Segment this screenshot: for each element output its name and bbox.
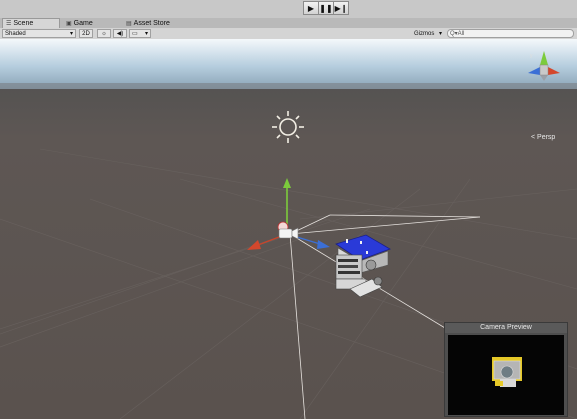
search-input[interactable]: Q▾All	[447, 29, 574, 38]
tab-game[interactable]: ▣ Game	[66, 18, 93, 28]
top-toolbar: ▶ ❚❚ ▶❙	[0, 0, 577, 18]
store-icon: ▤	[126, 20, 132, 27]
chevron-down-icon: ▾	[69, 31, 73, 37]
game-icon: ▣	[66, 20, 72, 27]
gizmos-label: Gizmos	[414, 30, 435, 37]
preview-render	[492, 357, 522, 387]
projection-toggle[interactable]: < Persp	[531, 134, 555, 141]
step-icon: ▶❙	[334, 3, 348, 13]
tab-asset-store[interactable]: ▤ Asset Store	[126, 18, 170, 28]
tab-label: Scene	[13, 20, 34, 27]
tab-label: Asset Store	[133, 19, 170, 27]
camera-preview-panel: Camera Preview	[444, 322, 568, 417]
play-icon: ▶	[307, 3, 315, 13]
sun-icon: ☼	[101, 30, 107, 37]
speaker-icon: ◀)	[116, 31, 124, 37]
tab-scene[interactable]: ☰ Scene	[2, 18, 60, 28]
draw-mode-dropdown[interactable]: Shaded ▾	[2, 29, 76, 38]
2d-label: 2D	[82, 30, 90, 37]
scene-icon: ☰	[6, 21, 12, 27]
step-button[interactable]: ▶❙	[333, 1, 349, 15]
sky	[0, 39, 577, 89]
pause-button[interactable]: ❚❚	[318, 1, 334, 15]
audio-toggle[interactable]: ◀)	[113, 29, 127, 38]
chevron-down-icon: ▾	[438, 31, 442, 37]
camera-preview-title: Camera Preview	[445, 323, 567, 333]
gizmos-dropdown[interactable]: Gizmos ▾	[412, 29, 444, 38]
camera-preview-view	[448, 335, 564, 415]
chevron-down-icon: ▾	[144, 31, 148, 37]
image-icon: ▭	[132, 31, 138, 37]
draw-mode-label: Shaded	[5, 30, 26, 37]
2d-toggle[interactable]: 2D	[79, 29, 93, 38]
search-placeholder: Q▾All	[450, 31, 465, 37]
pause-icon: ❚❚	[319, 3, 333, 13]
tab-label: Game	[73, 19, 93, 27]
lighting-toggle[interactable]: ☼	[97, 29, 111, 38]
play-button[interactable]: ▶	[303, 1, 319, 15]
play-controls: ▶ ❚❚ ▶❙	[303, 1, 349, 15]
effects-dropdown[interactable]: ▭ ▾	[129, 29, 151, 38]
